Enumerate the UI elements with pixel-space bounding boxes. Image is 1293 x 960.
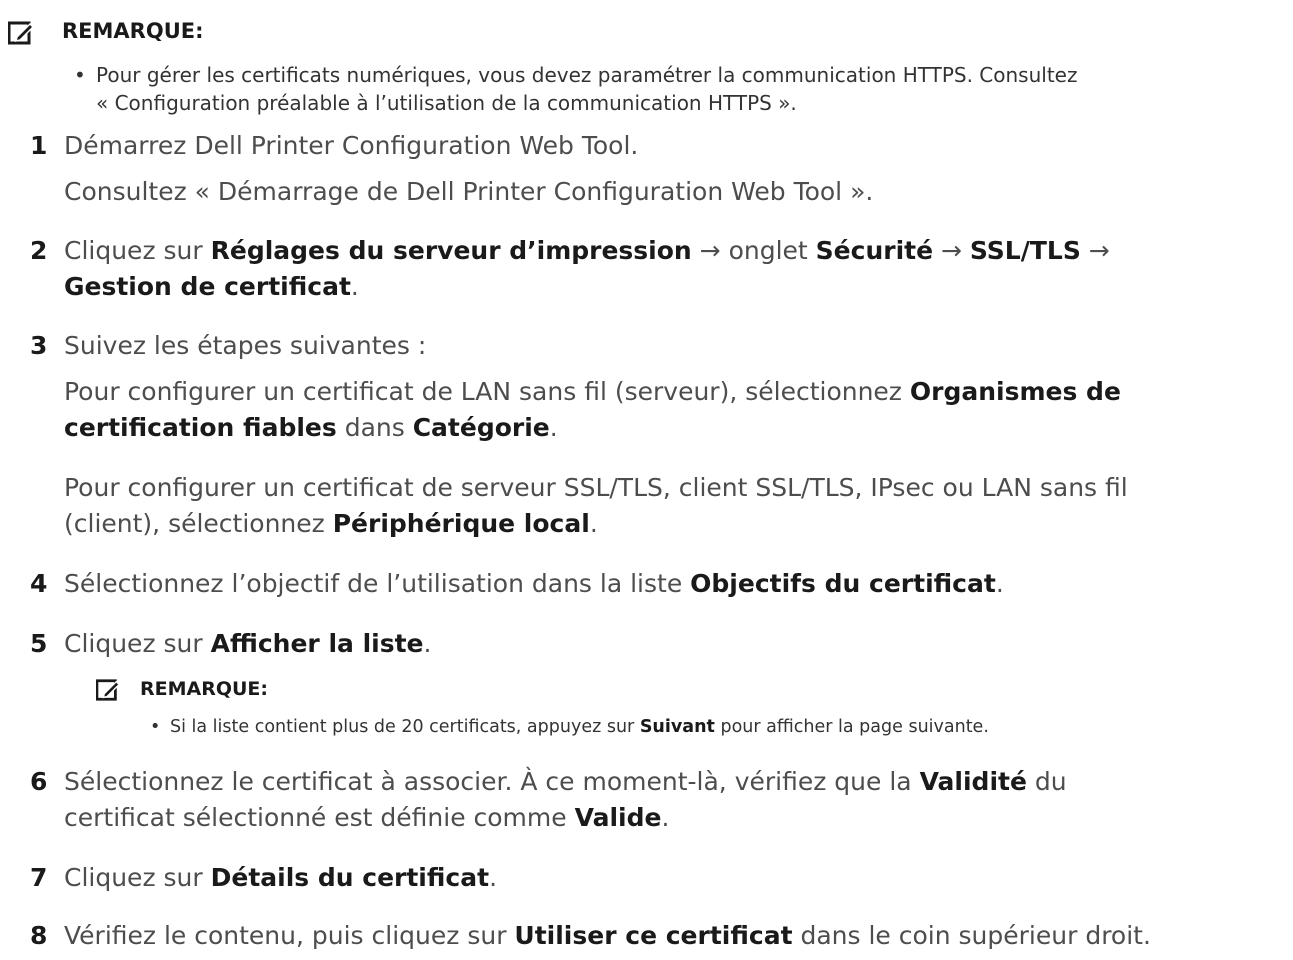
note-title: REMARQUE: — [62, 19, 204, 43]
step-text: Suivez les étapes suivantes : — [64, 331, 427, 360]
validity-label: Validité — [919, 767, 1027, 796]
note-bullet-line-2: « Configuration préalable à l’utilisatio… — [96, 91, 797, 115]
step-text: Cliquez sur Afficher la liste. — [64, 629, 432, 658]
step-number: 4 — [30, 569, 48, 598]
step-number: 7 — [30, 863, 48, 892]
step-number: 6 — [30, 767, 48, 796]
local-device-label: Périphérique local — [332, 509, 590, 538]
step-text: Cliquez sur Détails du certificat. — [64, 863, 498, 892]
menu-path-print-server-settings: Réglages du serveur d’impression — [210, 236, 692, 265]
step-6-cont: certificat sélectionné est définie comme… — [64, 803, 670, 832]
pencil-note-icon — [96, 679, 120, 701]
trusted-ca-label: Organismes de — [909, 377, 1121, 406]
note-bullet: • Pour gérer les certificats numériques,… — [74, 61, 1078, 117]
step-text: Sélectionnez le certificat à associer. À… — [64, 767, 1067, 796]
note-title: REMARQUE: — [140, 678, 269, 700]
certificate-details-label: Détails du certificat — [210, 863, 490, 892]
display-list-label: Afficher la liste — [210, 629, 424, 658]
step-3-option-b-line2: (client), sélectionnez Périphérique loca… — [64, 509, 598, 538]
menu-path-certificate-management: Gestion de certificat — [64, 272, 351, 301]
use-this-certificate-label: Utiliser ce certificat — [514, 921, 793, 950]
step-number: 3 — [30, 331, 48, 360]
step-3-option-a-line2: certification fiables dans Catégorie. — [64, 413, 558, 442]
step-number: 1 — [30, 131, 48, 160]
step-text: Sélectionnez l’objectif de l’utilisation… — [64, 569, 1004, 598]
step-3-option-a-line1: Pour configurer un certificat de LAN san… — [64, 377, 1121, 406]
step-2-cont: Gestion de certificat. — [64, 272, 359, 301]
note-bullet-line-1: Pour gérer les certificats numériques, v… — [96, 63, 1078, 87]
bullet-dot: • — [150, 717, 161, 737]
certificate-purposes-label: Objectifs du certificat — [690, 569, 996, 598]
note-bullet: • Si la liste contient plus de 20 certif… — [150, 714, 989, 740]
step-text: Démarrez Dell Printer Configuration Web … — [64, 131, 639, 160]
pencil-note-icon — [8, 21, 34, 45]
step-1-detail: Consultez « Démarrage de Dell Printer Co… — [64, 177, 874, 206]
next-button-label: Suivant — [639, 717, 715, 737]
menu-path-ssl-tls: SSL/TLS — [969, 236, 1081, 265]
step-text: Vérifiez le contenu, puis cliquez sur Ut… — [64, 921, 1151, 950]
valid-label: Valide — [574, 803, 662, 832]
menu-path-security-tab: Sécurité — [815, 236, 934, 265]
step-number: 8 — [30, 921, 48, 950]
step-number: 5 — [30, 629, 48, 658]
bullet-dot: • — [74, 63, 86, 87]
step-number: 2 — [30, 236, 48, 265]
category-label: Catégorie — [412, 413, 550, 442]
step-text: Cliquez sur Réglages du serveur d’impres… — [64, 236, 1110, 265]
step-3-option-b-line1: Pour configurer un certificat de serveur… — [64, 473, 1128, 502]
